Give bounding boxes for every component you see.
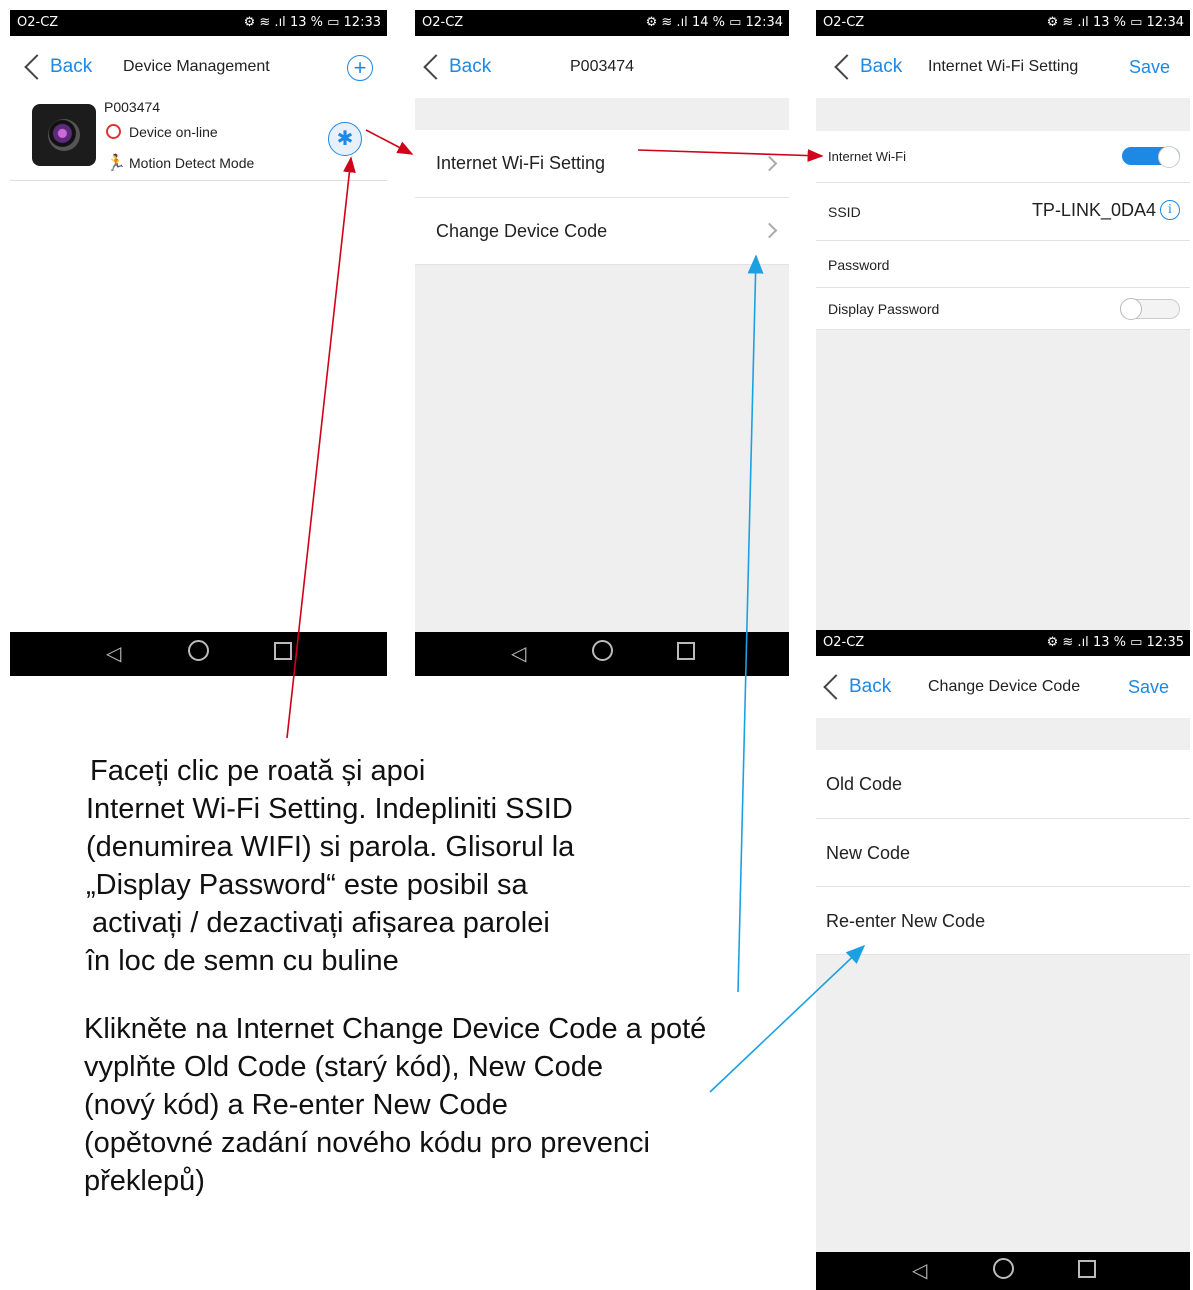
arrow-gear-to-wifi xyxy=(365,129,414,155)
arrow-to-change-code xyxy=(737,254,764,993)
arrow-to-wifi-screen xyxy=(637,149,824,162)
arrow-to-gear xyxy=(286,156,356,739)
arrow-to-reenter-code xyxy=(709,944,866,1093)
annotation-arrows xyxy=(286,129,866,1093)
